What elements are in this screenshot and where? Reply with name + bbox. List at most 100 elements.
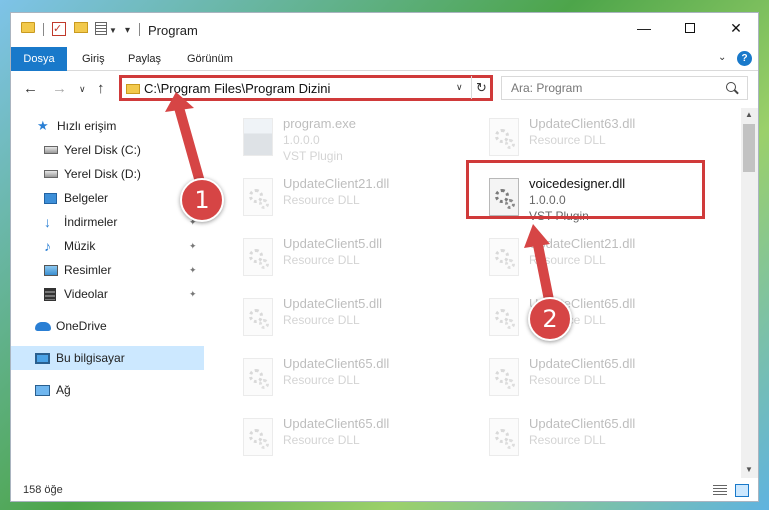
recent-locations-icon[interactable]: ∨ bbox=[79, 84, 86, 95]
file-type: Resource DLL bbox=[529, 253, 606, 267]
sidebar-item-this-pc[interactable]: Bu bilgisayar bbox=[11, 346, 204, 370]
file-name: UpdateClient65.dll bbox=[529, 356, 636, 371]
desktop-icon bbox=[44, 192, 57, 204]
list-item[interactable]: UpdateClient65.dll Resource DLL bbox=[237, 350, 477, 406]
file-name: UpdateClient65.dll bbox=[283, 356, 390, 371]
customize-dropdown-icon[interactable]: ▼ bbox=[109, 22, 117, 38]
up-arrow-icon[interactable]: ↑ bbox=[97, 80, 105, 97]
sidebar-item-label: OneDrive bbox=[56, 319, 107, 333]
dll-file-icon bbox=[243, 238, 273, 276]
dll-file-icon bbox=[489, 238, 519, 276]
sidebar-item-downloads[interactable]: ↓ İndirmeler ✦ bbox=[11, 210, 204, 234]
help-icon[interactable]: ? bbox=[737, 51, 752, 66]
sidebar-item-onedrive[interactable]: OneDrive bbox=[11, 314, 204, 338]
tab-view[interactable]: Görünüm bbox=[187, 47, 233, 71]
sidebar-item-label: Belgeler bbox=[64, 191, 109, 205]
tab-file[interactable]: Dosya bbox=[11, 47, 67, 71]
vertical-scrollbar[interactable]: ▲ ▼ bbox=[741, 108, 758, 478]
refresh-icon[interactable]: ↻ bbox=[471, 76, 491, 99]
properties-icon[interactable] bbox=[95, 22, 107, 35]
sidebar-item-label: Ağ bbox=[56, 383, 71, 397]
item-count: 158 öğe bbox=[23, 484, 63, 496]
list-item[interactable]: UpdateClient21.dll Resource DLL bbox=[237, 170, 477, 226]
sidebar-item-label: Resimler bbox=[64, 263, 112, 277]
file-type: Resource DLL bbox=[529, 373, 606, 387]
computer-icon bbox=[35, 352, 50, 364]
list-item[interactable]: UpdateClient5.dll Resource DLL bbox=[237, 290, 477, 346]
star-icon: ★ bbox=[37, 118, 49, 133]
sidebar-item-label: Hızlı erişim bbox=[57, 119, 117, 133]
list-item[interactable]: program.exe 1.0.0.0 VST Plugin bbox=[237, 110, 477, 166]
list-item[interactable]: UpdateClient65.dll Resource DLL bbox=[483, 410, 723, 466]
pin-icon[interactable]: ✦ bbox=[189, 241, 197, 252]
scroll-up-icon[interactable]: ▲ bbox=[745, 110, 753, 119]
sidebar-item-videos[interactable]: Videolar ✦ bbox=[11, 282, 204, 306]
separator bbox=[43, 23, 44, 36]
address-path[interactable]: C:\Program Files\Program Dizini bbox=[144, 81, 330, 96]
properties-check-icon[interactable]: ✓ bbox=[52, 22, 66, 36]
file-type: Resource DLL bbox=[283, 373, 360, 387]
dll-file-icon bbox=[489, 418, 519, 456]
folder-icon bbox=[21, 22, 35, 33]
title-bar[interactable]: ✓ ▼ ▾ Program — ✕ bbox=[11, 13, 758, 47]
tiles-view-icon[interactable] bbox=[735, 484, 749, 497]
back-arrow-icon[interactable]: ← bbox=[23, 80, 38, 97]
list-item[interactable]: UpdateClient65.dll Resource DLL bbox=[483, 290, 723, 346]
sidebar-item-quick-access[interactable]: ★ Hızlı erişim bbox=[11, 114, 204, 138]
pin-icon[interactable]: ✦ bbox=[189, 289, 197, 300]
sidebar-item-label: Müzik bbox=[64, 239, 96, 253]
tab-home[interactable]: Giriş bbox=[82, 47, 105, 71]
address-bar[interactable]: C:\Program Files\Program Dizini ∨ ↻ bbox=[119, 75, 493, 101]
file-name: UpdateClient21.dll bbox=[529, 236, 636, 251]
search-placeholder[interactable]: Ara: Program bbox=[511, 81, 582, 95]
details-view-icon[interactable] bbox=[713, 485, 727, 496]
step-badge-2: 2 bbox=[528, 297, 572, 341]
pictures-icon bbox=[44, 264, 58, 276]
sidebar-item-music[interactable]: ♪ Müzik ✦ bbox=[11, 234, 204, 258]
close-button[interactable]: ✕ bbox=[713, 13, 759, 43]
minimize-icon: — bbox=[637, 20, 651, 36]
list-item[interactable]: UpdateClient21.dll Resource DLL bbox=[483, 230, 723, 286]
sidebar-item-documents[interactable]: Belgeler bbox=[11, 186, 204, 210]
disk-icon bbox=[44, 170, 58, 178]
sidebar-item-disk-d[interactable]: Yerel Disk (D:) bbox=[11, 162, 204, 186]
file-name: UpdateClient65.dll bbox=[529, 416, 636, 431]
quick-access-arrow-icon[interactable]: ▾ bbox=[125, 22, 130, 38]
search-box[interactable]: Ara: Program bbox=[501, 76, 748, 100]
dll-file-icon bbox=[243, 178, 273, 216]
expand-ribbon-icon[interactable]: ⌄ bbox=[718, 52, 726, 63]
disk-icon bbox=[44, 146, 58, 154]
sidebar-item-pictures[interactable]: Resimler ✦ bbox=[11, 258, 204, 282]
dll-file-icon bbox=[243, 418, 273, 456]
tab-share[interactable]: Paylaş bbox=[128, 47, 161, 71]
scroll-thumb[interactable] bbox=[743, 124, 755, 172]
pin-icon[interactable]: ✦ bbox=[189, 265, 197, 276]
maximize-icon bbox=[685, 23, 695, 33]
list-item[interactable]: UpdateClient65.dll Resource DLL bbox=[483, 350, 723, 406]
cloud-icon bbox=[35, 321, 51, 331]
dll-file-icon bbox=[243, 358, 273, 396]
sidebar-item-disk-c[interactable]: Yerel Disk (C:) ✦ bbox=[11, 138, 204, 162]
maximize-button[interactable] bbox=[667, 13, 713, 43]
music-icon: ♪ bbox=[44, 238, 51, 254]
file-type: Resource DLL bbox=[283, 313, 360, 327]
address-dropdown-icon[interactable]: ∨ bbox=[456, 82, 463, 93]
list-item[interactable]: UpdateClient65.dll Resource DLL bbox=[237, 410, 477, 466]
new-folder-icon[interactable] bbox=[74, 22, 88, 33]
sidebar-item-network[interactable]: Ağ bbox=[11, 378, 204, 402]
minimize-button[interactable]: — bbox=[621, 13, 667, 43]
list-item[interactable]: UpdateClient63.dll Resource DLL bbox=[483, 110, 723, 166]
forward-arrow-icon[interactable]: → bbox=[52, 80, 67, 97]
status-bar: 158 öğe bbox=[11, 479, 758, 501]
file-description: VST Plugin bbox=[283, 149, 343, 163]
ribbon-tabs: Dosya Giriş Paylaş Görünüm ⌄ ? bbox=[11, 47, 758, 71]
sidebar-item-label: Bu bilgisayar bbox=[56, 351, 125, 365]
list-item[interactable]: UpdateClient5.dll Resource DLL bbox=[237, 230, 477, 286]
sidebar-item-label: Yerel Disk (C:) bbox=[64, 143, 141, 157]
file-type: Resource DLL bbox=[283, 253, 360, 267]
separator bbox=[139, 23, 140, 36]
pin-icon[interactable]: ✦ bbox=[189, 145, 197, 156]
dll-file-icon bbox=[489, 298, 519, 336]
scroll-down-icon[interactable]: ▼ bbox=[745, 465, 753, 474]
search-icon[interactable] bbox=[726, 82, 736, 92]
